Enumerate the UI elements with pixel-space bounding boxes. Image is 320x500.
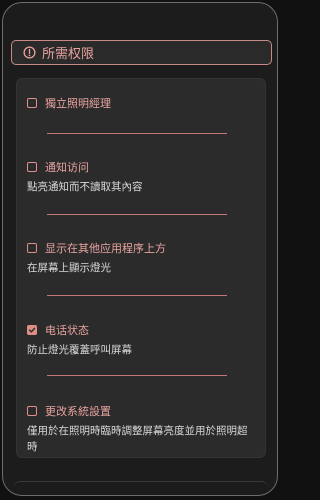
app-window: 所需权限 獨立照明經理 通知访问 點亮通知而不讀取其內容 显示在其他应用程序上方 bbox=[2, 2, 278, 496]
permissions-title: 所需权限 bbox=[42, 47, 95, 62]
permission-item-draw-over-apps[interactable]: 显示在其他应用程序上方 在屏幕上顯示燈光 bbox=[27, 240, 255, 276]
permissions-header: 所需权限 bbox=[11, 40, 272, 65]
permission-description: 僅用於在照明時臨時調整屏幕亮度並用於照明超時 bbox=[27, 425, 248, 453]
checkbox[interactable] bbox=[27, 98, 37, 108]
permissions-card: 獨立照明經理 通知访问 點亮通知而不讀取其內容 显示在其他应用程序上方 在屏幕上… bbox=[16, 78, 266, 458]
permission-label: 电话状态 bbox=[45, 324, 89, 337]
permission-item-system-settings[interactable]: 更改系統設置 僅用於在照明時臨時調整屏幕亮度並用於照明超時 bbox=[27, 403, 255, 455]
permission-description: 在屏幕上顯示燈光 bbox=[27, 262, 111, 274]
checkbox[interactable] bbox=[27, 406, 37, 416]
divider bbox=[47, 133, 227, 134]
permission-item-lighting-manager[interactable]: 獨立照明經理 bbox=[27, 95, 255, 111]
permission-label: 通知访问 bbox=[45, 161, 89, 174]
permission-description: 點亮通知而不讀取其內容 bbox=[27, 181, 143, 193]
checkbox-checked[interactable] bbox=[27, 325, 37, 335]
divider bbox=[47, 375, 227, 376]
permission-label: 更改系統設置 bbox=[45, 405, 111, 418]
permission-item-notification-access[interactable]: 通知访问 點亮通知而不讀取其內容 bbox=[27, 159, 255, 195]
permission-item-phone-state[interactable]: 电话状态 防止燈光覆蓋呼叫屏幕 bbox=[27, 322, 255, 358]
bottom-sheet-edge bbox=[13, 481, 269, 495]
permission-label: 显示在其他应用程序上方 bbox=[45, 242, 166, 255]
alert-circle-icon bbox=[22, 46, 36, 60]
divider bbox=[47, 295, 227, 296]
permission-label: 獨立照明經理 bbox=[45, 97, 111, 110]
checkbox[interactable] bbox=[27, 243, 37, 253]
checkbox[interactable] bbox=[27, 162, 37, 172]
permission-description: 防止燈光覆蓋呼叫屏幕 bbox=[27, 344, 132, 356]
checkmark-icon bbox=[28, 327, 36, 333]
divider bbox=[47, 214, 227, 215]
